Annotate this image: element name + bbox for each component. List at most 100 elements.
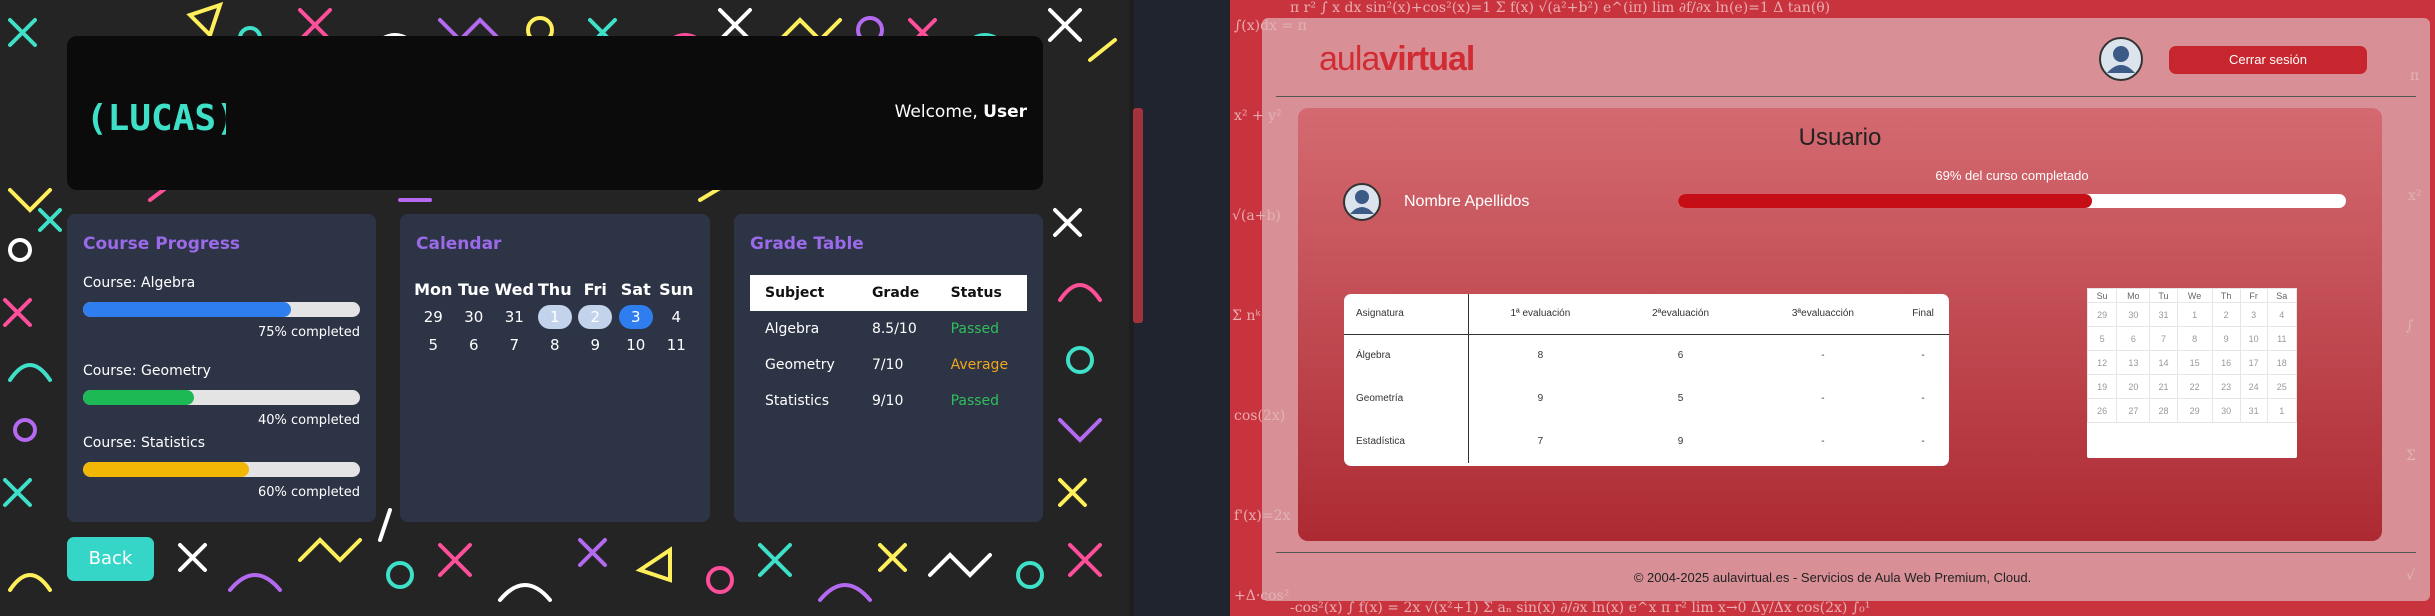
status-cell: Passed [950, 321, 1000, 337]
course-progress-bar [1678, 194, 2346, 208]
weekday-label: Sa [2266, 288, 2298, 303]
calendar-day[interactable]: 31 [494, 308, 535, 326]
subject-cell: Estadística [1344, 420, 1469, 463]
calendar-day-highlighted[interactable]: 2 [575, 305, 616, 329]
calendar-day[interactable]: 10 [2239, 326, 2268, 351]
calendar-day[interactable]: 6 [454, 336, 495, 354]
calendar-day[interactable]: 19 [2086, 374, 2118, 399]
calendar-day[interactable]: 9 [2211, 326, 2241, 351]
progress-caption-statistics: 60% completed [257, 485, 360, 500]
calendar-day-highlighted[interactable]: 1 [535, 305, 576, 329]
mini-calendar-grid: Su Mo Tu We Th Fr Sa 29 30 31 1 2 3 4 5 … [2086, 288, 2298, 423]
column-header: Status [935, 275, 1027, 311]
calendar-day[interactable]: 5 [2086, 326, 2118, 351]
calendar-day[interactable]: 22 [2176, 374, 2213, 399]
subject-cell: Algebra [765, 321, 820, 337]
course-progress-label: 69% del curso completado [1935, 168, 2089, 183]
user-name: Nombre Apellidos [1404, 193, 1530, 210]
calendar-day[interactable]: 21 [2149, 374, 2178, 399]
subject-cell: Geometría [1344, 377, 1469, 420]
table-row: Geometry 7/10 Average [750, 347, 1027, 383]
calendar-day[interactable]: 20 [2116, 374, 2151, 399]
grade-cell: 7 [1537, 436, 1544, 447]
calendar-day[interactable]: 7 [2149, 326, 2178, 351]
calendar-day[interactable]: 11 [2266, 326, 2298, 351]
footer-divider [1276, 552, 2416, 553]
calendar-day[interactable]: 1 [2176, 302, 2213, 327]
calendar-day[interactable]: 23 [2211, 374, 2241, 399]
calendar-day[interactable]: 8 [2176, 326, 2213, 351]
logout-button[interactable]: Cerrar sesión [2169, 46, 2367, 74]
calendar-day[interactable]: 31 [2149, 302, 2178, 327]
grade-cell: - [1821, 436, 1825, 447]
grade-cell: - [1921, 393, 1925, 404]
grade-cell: - [1821, 350, 1825, 362]
calendar-day[interactable]: 26 [2086, 398, 2118, 423]
calendar-day[interactable]: 30 [2116, 302, 2151, 327]
weekday-label: Mo [2116, 288, 2151, 303]
calendar-day[interactable]: 30 [454, 308, 495, 326]
weekday-label: Tue [458, 279, 490, 299]
calendar-day[interactable]: 2 [2211, 302, 2241, 327]
calendar-day[interactable]: 4 [656, 308, 697, 326]
weekday-label: Th [2211, 288, 2241, 303]
brand-part-b: virtual [1379, 40, 1475, 78]
calendar-day[interactable]: 16 [2211, 350, 2241, 375]
calendar-day[interactable]: 18 [2266, 350, 2298, 375]
table-row: Álgebra 8 6 - - [1344, 334, 1949, 377]
calendar-day[interactable]: 9 [575, 336, 616, 354]
svg-text:π r² ∫ x dx sin²(x)+cos²(x)=: π r² ∫ x dx sin²(x)+cos²(x)=1 Σ f(x) √(a… [1290, 0, 1830, 16]
calendar-day[interactable]: 30 [2211, 398, 2241, 423]
welcome-username: User [983, 102, 1027, 122]
table-header-row: Asignatura 1ª evaluación 2ªevaluación 3ª… [1344, 294, 1949, 335]
grade-cell: 8.5/10 [871, 321, 917, 337]
user-avatar-icon[interactable] [2098, 36, 2144, 82]
calendar-day[interactable]: 10 [616, 336, 657, 354]
calendar-day[interactable]: 29 [2176, 398, 2213, 423]
scrollbar-thumb[interactable] [1133, 108, 1143, 323]
calendar-day[interactable]: 27 [2116, 398, 2151, 423]
user-panel: Usuario Nombre Apellidos 69% del curso c… [1298, 108, 2382, 541]
column-header: 2ªevaluación [1612, 294, 1749, 335]
calendar-day[interactable]: 17 [2239, 350, 2268, 375]
calendar-day[interactable]: 3 [2239, 302, 2268, 327]
brand-part-a: aula [1319, 40, 1380, 78]
subject-cell: Statistics [765, 393, 829, 409]
calendar-day[interactable]: 13 [2116, 350, 2151, 375]
grade-cell: - [1921, 350, 1925, 362]
calendar-day[interactable]: 7 [494, 336, 535, 354]
card-title: Grade Table [750, 234, 864, 254]
calendar-day[interactable]: 8 [535, 336, 576, 354]
calendar-day[interactable]: 1 [2266, 398, 2298, 423]
progress-bar-algebra [83, 302, 360, 317]
calendar-weekday-row: Mon Tue Wed Thu Fri Sat Sun [413, 275, 697, 303]
progress-caption-geometry: 40% completed [257, 413, 360, 428]
calendar-day[interactable]: 15 [2176, 350, 2213, 375]
weekday-label: Mon [414, 279, 453, 299]
calendar-day[interactable]: 12 [2086, 350, 2118, 375]
calendar-day[interactable]: 29 [413, 308, 454, 326]
calendar-day[interactable]: 28 [2149, 398, 2178, 423]
calendar-day[interactable]: 14 [2149, 350, 2178, 375]
calendar-day[interactable]: 31 [2239, 398, 2268, 423]
progress-fill [1678, 194, 2093, 208]
back-button[interactable]: Back [67, 537, 154, 581]
calendar-day[interactable]: 29 [2086, 302, 2118, 327]
calendar-card: Calendar Mon Tue Wed Thu Fri Sat Sun 29 … [400, 214, 710, 522]
course-progress-card: Course Progress Course: Algebra 75% comp… [67, 214, 376, 522]
mini-calendar-week: 29 30 31 1 2 3 4 [2086, 302, 2298, 327]
progress-bar-geometry [83, 390, 360, 405]
calendar-day[interactable]: 6 [2116, 326, 2151, 351]
column-header: 3ªevaluacción [1748, 294, 1898, 335]
calendar-day-today[interactable]: 3 [616, 305, 657, 329]
progress-caption-algebra: 75% completed [257, 325, 360, 340]
calendar-day[interactable]: 11 [656, 336, 697, 354]
calendar-day[interactable]: 4 [2266, 302, 2298, 327]
card-title: Calendar [416, 234, 502, 254]
grade-cell: 8 [1537, 350, 1544, 362]
calendar-day[interactable]: 25 [2266, 374, 2298, 399]
calendar-day[interactable]: 24 [2239, 374, 2268, 399]
user-avatar-icon [1343, 183, 1381, 221]
calendar-day[interactable]: 5 [413, 336, 454, 354]
mini-calendar-week: 12 13 14 15 16 17 18 [2086, 350, 2298, 375]
